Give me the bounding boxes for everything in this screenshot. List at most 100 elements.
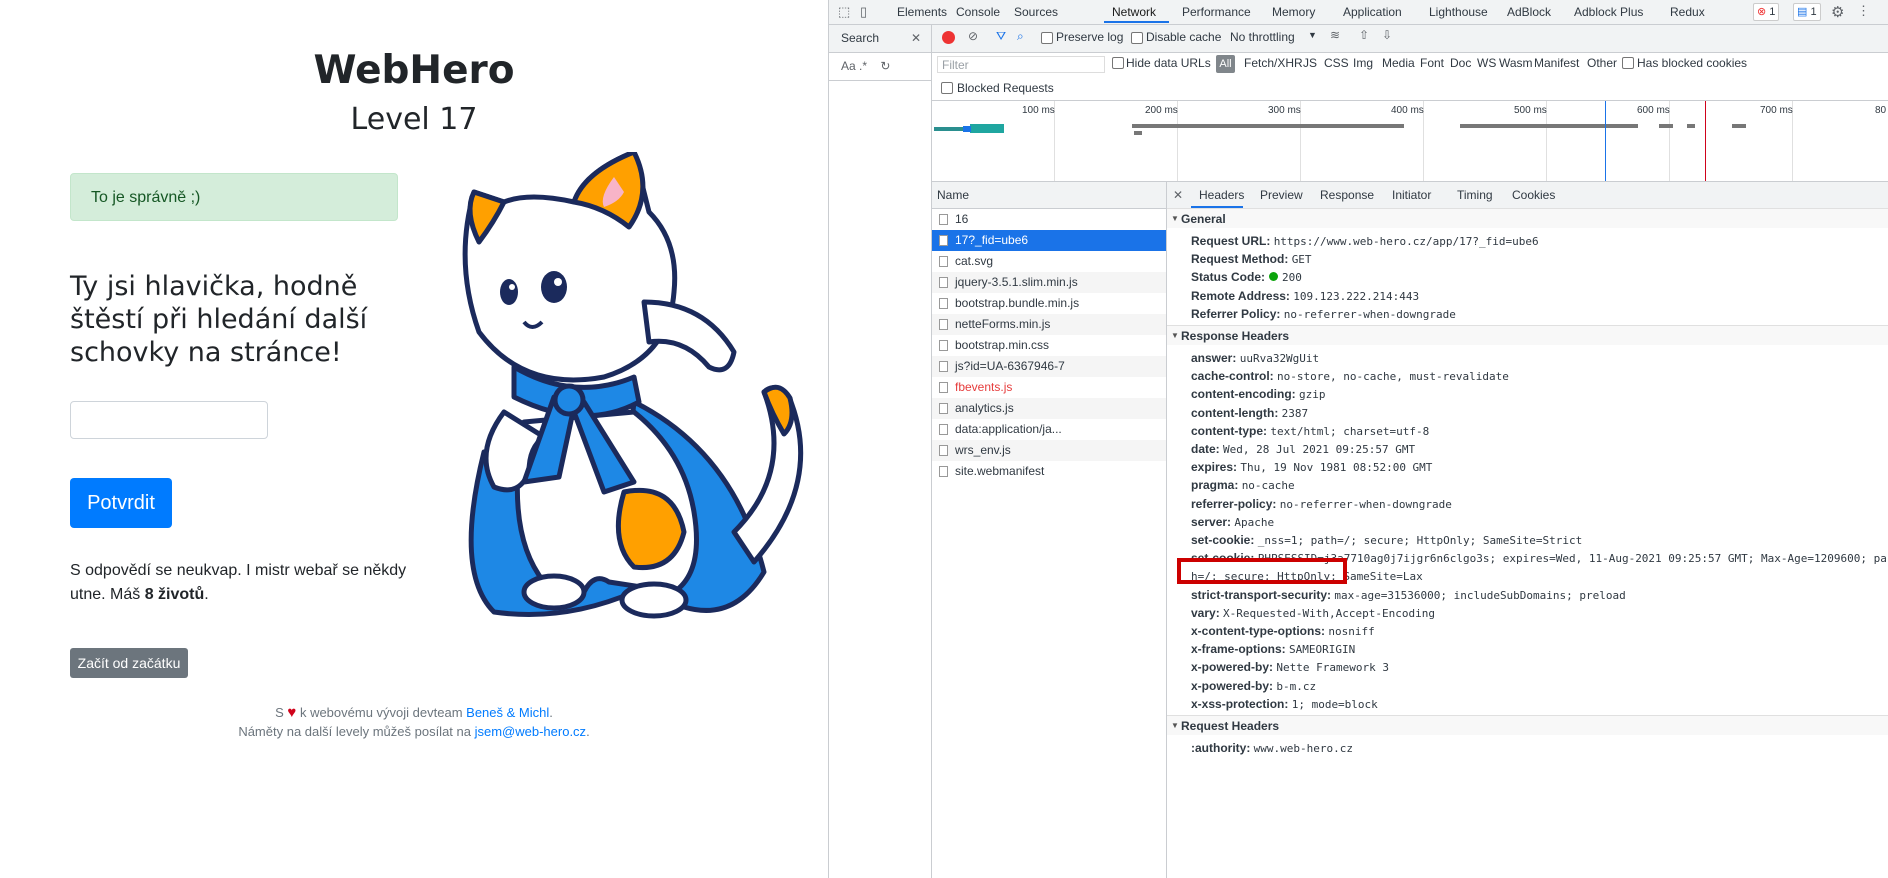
filter-doc[interactable]: Doc — [1450, 56, 1471, 70]
filter-img[interactable]: Img — [1353, 56, 1373, 70]
filter-icon[interactable]: ⛛ — [996, 29, 1006, 44]
filter-manifest[interactable]: Manifest — [1534, 56, 1579, 70]
tab-cookies[interactable]: Cookies — [1512, 182, 1555, 208]
close-icon[interactable]: ✕ — [911, 25, 921, 52]
restart-button[interactable]: Začít od začátku — [70, 648, 188, 678]
throttling-select[interactable]: No throttling — [1230, 30, 1295, 44]
timeline-tick-label: 200 ms — [1145, 105, 1178, 116]
filter-all-button[interactable]: All — [1216, 55, 1235, 73]
tab-redux[interactable]: Redux — [1670, 0, 1705, 24]
filter-input[interactable]: Filter — [937, 56, 1105, 73]
file-icon — [939, 466, 948, 477]
lives-text-start: S odpovědí se neukvap. I mistr webař se … — [70, 562, 407, 603]
filter-wasm[interactable]: Wasm — [1499, 56, 1533, 70]
filter-other[interactable]: Other — [1587, 56, 1617, 70]
settings-gear-icon[interactable]: ⚙ — [1831, 3, 1844, 21]
filter-ws[interactable]: WS — [1477, 56, 1496, 70]
request-row[interactable]: site.webmanifest — [932, 461, 1166, 482]
tab-elements[interactable]: Elements — [897, 0, 947, 24]
response-headers-section[interactable]: ▼ Response Headers — [1167, 325, 1888, 345]
tab-sources[interactable]: Sources — [1014, 0, 1058, 24]
header-row: :authority: www.web-hero.cz — [1191, 737, 1353, 759]
request-row[interactable]: bootstrap.bundle.min.js — [932, 293, 1166, 314]
record-button[interactable] — [942, 31, 955, 44]
header-value: 1; mode=block — [1291, 697, 1378, 711]
header-value: www.web-hero.cz — [1253, 742, 1354, 755]
has-blocked-cookies-label: Has blocked cookies — [1637, 56, 1748, 70]
name-column-header[interactable]: Name — [932, 182, 1166, 209]
timeline-bar — [970, 124, 1004, 133]
footer-line-1: S ♥ k webovému vývoji devteam Beneš & Mi… — [0, 703, 828, 722]
file-icon — [939, 403, 948, 414]
hide-data-urls-checkbox[interactable] — [1112, 57, 1124, 69]
footer-text: . — [549, 705, 553, 720]
search-icon[interactable]: ⌕ — [1017, 29, 1024, 44]
header-value: 2387 — [1281, 406, 1309, 420]
request-row[interactable]: 16 — [932, 209, 1166, 230]
request-row[interactable]: cat.svg — [932, 251, 1166, 272]
file-icon — [939, 235, 948, 246]
timeline-bar — [1659, 124, 1673, 128]
request-row[interactable]: 17?_fid=ube6 — [932, 230, 1166, 251]
tab-lighthouse[interactable]: Lighthouse — [1429, 0, 1488, 24]
refresh-icon[interactable]: ↻ — [880, 59, 890, 73]
tab-headers[interactable]: Headers — [1199, 182, 1244, 208]
tab-performance[interactable]: Performance — [1182, 0, 1251, 24]
tab-adblock[interactable]: AdBlock — [1507, 0, 1551, 24]
tab-preview[interactable]: Preview — [1260, 182, 1303, 208]
chevron-down-icon[interactable]: ▼ — [1308, 30, 1317, 40]
request-row[interactable]: analytics.js — [932, 398, 1166, 419]
has-blocked-cookies-checkbox[interactable] — [1622, 57, 1634, 69]
match-case-regex-toggles[interactable]: Aa .* — [841, 59, 867, 73]
request-row[interactable]: js?id=UA-6367946-7 — [932, 356, 1166, 377]
file-icon — [939, 445, 948, 456]
header-value: text/html; charset=utf-8 — [1270, 424, 1430, 438]
filter-css[interactable]: CSS — [1324, 56, 1349, 70]
devteam-link[interactable]: Beneš & Michl — [466, 705, 549, 720]
header-name: Remote Address: — [1191, 288, 1290, 303]
expand-triangle-icon: ▼ — [1171, 214, 1179, 223]
request-row[interactable]: jquery-3.5.1.slim.min.js — [932, 272, 1166, 293]
tab-response[interactable]: Response — [1320, 182, 1374, 208]
network-conditions-icon[interactable]: ≋ — [1330, 28, 1340, 42]
tab-memory[interactable]: Memory — [1272, 0, 1315, 24]
general-section-header[interactable]: ▼ General — [1167, 208, 1888, 228]
message-badge[interactable]: ▤ 1 — [1793, 3, 1821, 21]
filter-js[interactable]: JS — [1303, 56, 1317, 70]
request-name: 17?_fid=ube6 — [955, 233, 1029, 247]
device-toolbar-icon[interactable]: ▯ — [860, 4, 867, 20]
disable-cache-checkbox[interactable] — [1131, 32, 1143, 44]
more-options-icon[interactable]: ⋮ — [1857, 3, 1870, 19]
export-har-icon[interactable]: ⇩ — [1382, 28, 1392, 42]
expand-triangle-icon: ▼ — [1171, 331, 1179, 340]
request-row[interactable]: netteForms.min.js — [932, 314, 1166, 335]
tab-adblock-plus[interactable]: Adblock Plus — [1574, 0, 1643, 24]
header-value: no-store, no-cache, must-revalidate — [1277, 370, 1509, 384]
request-row[interactable]: wrs_env.js — [932, 440, 1166, 461]
email-link[interactable]: jsem@web-hero.cz — [475, 724, 586, 739]
request-row[interactable]: data:application/ja... — [932, 419, 1166, 440]
section-title: Response Headers — [1181, 329, 1290, 343]
header-name: Status Code: — [1191, 270, 1266, 285]
request-row[interactable]: fbevents.js — [932, 377, 1166, 398]
close-details-icon[interactable]: ✕ — [1173, 182, 1183, 208]
preserve-log-checkbox[interactable] — [1041, 32, 1053, 44]
answer-input[interactable] — [70, 401, 268, 439]
timeline-bar — [1732, 124, 1746, 128]
clear-icon[interactable]: ⊘ — [968, 29, 978, 43]
filter-fetch-xhr[interactable]: Fetch/XHR — [1244, 56, 1303, 70]
inspect-element-icon[interactable]: ⬚ — [838, 4, 850, 20]
submit-button[interactable]: Potvrdit — [70, 478, 172, 528]
network-overview-timeline[interactable]: 100 ms 200 ms 300 ms 400 ms 500 ms 600 m… — [932, 101, 1888, 182]
filter-font[interactable]: Font — [1420, 56, 1444, 70]
tab-timing[interactable]: Timing — [1457, 182, 1493, 208]
blocked-requests-checkbox[interactable] — [941, 82, 953, 94]
request-headers-section[interactable]: ▼ Request Headers — [1167, 715, 1888, 735]
import-har-icon[interactable]: ⇧ — [1359, 28, 1369, 42]
tab-console[interactable]: Console — [956, 0, 1000, 24]
tab-initiator[interactable]: Initiator — [1392, 182, 1431, 208]
tab-application[interactable]: Application — [1343, 0, 1402, 24]
request-row[interactable]: bootstrap.min.css — [932, 335, 1166, 356]
error-badge[interactable]: ⊗ 1 — [1753, 3, 1780, 21]
filter-media[interactable]: Media — [1382, 56, 1415, 70]
